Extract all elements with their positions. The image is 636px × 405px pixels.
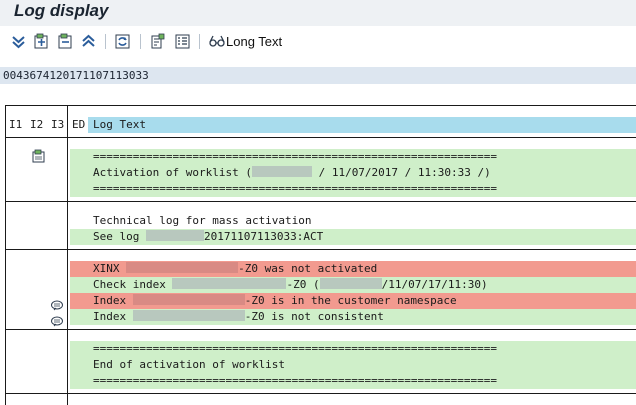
- table-header-divider: [5, 137, 636, 138]
- log-row-text: ========================================…: [93, 182, 497, 195]
- column-header-i1[interactable]: I1: [9, 117, 22, 132]
- glasses-icon: [208, 34, 226, 48]
- toolbar-separator: [105, 34, 106, 49]
- log-row-text: ========================================…: [93, 150, 497, 163]
- log-row-text: ========================================…: [93, 374, 497, 387]
- log-row[interactable]: ========================================…: [70, 149, 636, 165]
- log-row[interactable]: Technical log for mass activation: [70, 213, 636, 229]
- log-row-text: XINX -Z0 was not activated: [93, 262, 378, 275]
- redacted-block: [251, 166, 312, 177]
- collapse-subtree-icon[interactable]: [57, 33, 74, 50]
- log-row[interactable]: Check index -Z0 (/11/07/17/11:30): [70, 277, 636, 293]
- log-row-text: Check index -Z0 (/11/07/17/11:30): [93, 278, 488, 291]
- toolbar-separator: [140, 34, 141, 49]
- list-icon[interactable]: [174, 33, 191, 50]
- column-header-i2[interactable]: I2: [30, 117, 43, 132]
- column-header-ed[interactable]: ED: [72, 117, 85, 132]
- worklist-icon[interactable]: [32, 148, 46, 163]
- redacted-block: [172, 278, 287, 289]
- redacted-block: [132, 310, 245, 321]
- log-row[interactable]: ========================================…: [70, 341, 636, 357]
- expand-all-icon[interactable]: [10, 33, 27, 50]
- column-divider: [67, 105, 68, 405]
- log-number: 0043674120171107113033: [0, 67, 636, 84]
- long-text-icon[interactable]: [50, 314, 64, 328]
- log-row-text: End of activation of worklist: [93, 358, 286, 371]
- log-row-text: Index -Z0 is not consistent: [93, 310, 384, 323]
- header-bar: [88, 117, 636, 133]
- redacted-block: [145, 230, 204, 241]
- log-row-text: Index -Z0 is in the customer namespace: [93, 294, 457, 307]
- technical-info-icon[interactable]: [149, 33, 166, 50]
- redacted-block: [132, 294, 245, 305]
- group-divider: [5, 329, 636, 330]
- log-row-text: Technical log for mass activation: [93, 214, 312, 227]
- table-border-top: [5, 105, 636, 106]
- collapse-all-icon[interactable]: [80, 33, 97, 50]
- log-row[interactable]: Index -Z0 is not consistent: [70, 309, 636, 325]
- group-divider: [5, 201, 636, 202]
- title-bar: Log display: [0, 0, 636, 26]
- log-row-text: Activation of worklist ( / 11/07/2017 / …: [93, 166, 491, 179]
- error-row[interactable]: XINX -Z0 was not activated: [70, 261, 636, 277]
- log-table: I1 I2 I3 ED Log Text ===================…: [5, 105, 636, 405]
- log-row-text: ========================================…: [93, 342, 497, 355]
- column-header-i3[interactable]: I3: [51, 117, 64, 132]
- log-row[interactable]: End of activation of worklist: [70, 357, 636, 373]
- toolbar-separator: [199, 34, 200, 49]
- window-title: Log display: [14, 1, 109, 20]
- long-text-label: Long Text: [226, 34, 283, 49]
- toolbar: Long Text: [0, 28, 636, 56]
- table-border-left: [5, 105, 6, 405]
- log-row-text: See log 20171107113033:ACT: [93, 230, 324, 243]
- log-row[interactable]: ========================================…: [70, 181, 636, 197]
- log-row[interactable]: Activation of worklist ( / 11/07/2017 / …: [70, 165, 636, 181]
- error-icon: [72, 294, 86, 308]
- group-divider: [5, 393, 636, 394]
- long-text-icon[interactable]: [50, 298, 64, 312]
- log-row[interactable]: ========================================…: [70, 373, 636, 389]
- long-text-button[interactable]: Long Text: [208, 33, 282, 51]
- column-header-log-text[interactable]: Log Text: [93, 117, 146, 132]
- log-row[interactable]: See log 20171107113033:ACT: [70, 229, 636, 245]
- refresh-icon[interactable]: [114, 33, 131, 50]
- group-divider: [5, 249, 636, 250]
- redacted-block: [319, 278, 382, 289]
- detail-search-icon[interactable]: [72, 230, 86, 244]
- redacted-block: [126, 262, 239, 273]
- error-row[interactable]: Index -Z0 is in the customer namespace: [70, 293, 636, 309]
- expand-subtree-icon[interactable]: [33, 33, 50, 50]
- error-icon: [72, 262, 86, 276]
